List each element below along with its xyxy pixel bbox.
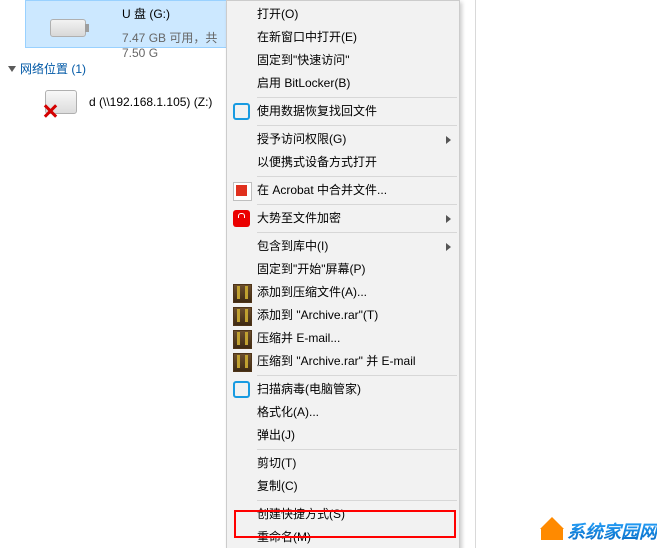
menu-include-lib[interactable]: 包含到库中(I) bbox=[227, 235, 459, 258]
menu-grant-access[interactable]: 授予访问权限(G) bbox=[227, 128, 459, 151]
menu-separator bbox=[257, 449, 457, 450]
watermark: 系统家园网 bbox=[541, 518, 657, 544]
pdf-icon bbox=[233, 182, 252, 201]
menu-create-shortcut[interactable]: 创建快捷方式(S) bbox=[227, 503, 459, 526]
usb-drive-icon bbox=[50, 19, 86, 37]
menu-scan-virus[interactable]: 扫描病毒(电脑管家) bbox=[227, 378, 459, 401]
archive-icon bbox=[233, 307, 252, 326]
context-menu: 打开(O) 在新窗口中打开(E) 固定到"快速访问" 启用 BitLocker(… bbox=[226, 0, 460, 548]
menu-separator bbox=[257, 97, 457, 98]
menu-open-new-window[interactable]: 在新窗口中打开(E) bbox=[227, 26, 459, 49]
drive-title: U 盘 (G:) bbox=[122, 5, 170, 22]
lock-icon bbox=[233, 210, 250, 227]
submenu-arrow-icon bbox=[446, 215, 451, 223]
network-location-header[interactable]: 网络位置 (1) bbox=[8, 60, 86, 77]
menu-open-portable[interactable]: 以便携式设备方式打开 bbox=[227, 151, 459, 174]
menu-pin-start[interactable]: 固定到"开始"屏幕(P) bbox=[227, 258, 459, 281]
menu-cut[interactable]: 剪切(T) bbox=[227, 452, 459, 475]
menu-zip-archive-email[interactable]: 压缩到 "Archive.rar" 并 E-mail bbox=[227, 350, 459, 373]
network-drive-item[interactable]: d (\\192.168.1.105) (Z:) bbox=[45, 90, 212, 114]
submenu-arrow-icon bbox=[446, 136, 451, 144]
archive-icon bbox=[233, 330, 252, 349]
menu-add-archive-rar[interactable]: 添加到 "Archive.rar"(T) bbox=[227, 304, 459, 327]
data-recover-icon bbox=[233, 103, 250, 120]
disconnected-icon bbox=[42, 103, 58, 119]
menu-separator bbox=[257, 375, 457, 376]
shield-icon bbox=[233, 381, 250, 398]
collapse-icon bbox=[8, 66, 16, 72]
menu-encrypt[interactable]: 大势至文件加密 bbox=[227, 207, 459, 230]
archive-icon bbox=[233, 353, 252, 372]
menu-separator bbox=[257, 232, 457, 233]
menu-bitlocker[interactable]: 启用 BitLocker(B) bbox=[227, 72, 459, 95]
watermark-text: 系统家园网 bbox=[567, 518, 657, 544]
archive-icon bbox=[233, 284, 252, 303]
menu-open[interactable]: 打开(O) bbox=[227, 3, 459, 26]
menu-acrobat-merge[interactable]: 在 Acrobat 中合并文件... bbox=[227, 179, 459, 202]
submenu-arrow-icon bbox=[446, 243, 451, 251]
menu-separator bbox=[257, 204, 457, 205]
menu-separator bbox=[257, 176, 457, 177]
drive-tile[interactable]: U 盘 (G:) 7.47 GB 可用，共 7.50 G bbox=[25, 0, 227, 48]
network-drive-label: d (\\192.168.1.105) (Z:) bbox=[89, 95, 212, 109]
drive-subtitle: 7.47 GB 可用，共 7.50 G bbox=[122, 29, 226, 60]
menu-rename[interactable]: 重命名(M) bbox=[227, 526, 459, 548]
menu-separator bbox=[257, 125, 457, 126]
menu-pin-quick-access[interactable]: 固定到"快速访问" bbox=[227, 49, 459, 72]
menu-zip-email[interactable]: 压缩并 E-mail... bbox=[227, 327, 459, 350]
menu-copy[interactable]: 复制(C) bbox=[227, 475, 459, 498]
house-icon bbox=[541, 522, 563, 540]
network-location-label: 网络位置 (1) bbox=[20, 60, 86, 77]
network-drive-icon bbox=[45, 90, 77, 114]
menu-add-archive[interactable]: 添加到压缩文件(A)... bbox=[227, 281, 459, 304]
menu-format[interactable]: 格式化(A)... bbox=[227, 401, 459, 424]
menu-separator bbox=[257, 500, 457, 501]
menu-eject[interactable]: 弹出(J) bbox=[227, 424, 459, 447]
menu-data-recover[interactable]: 使用数据恢复找回文件 bbox=[227, 100, 459, 123]
